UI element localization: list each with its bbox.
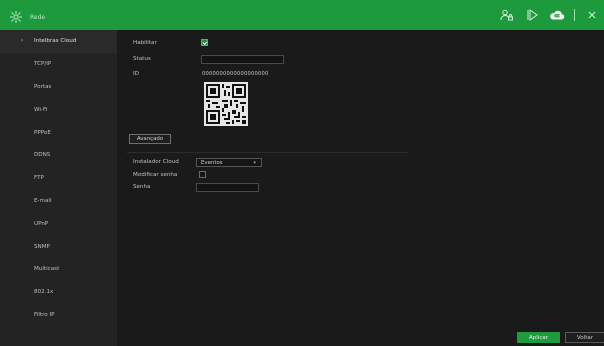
- status-label: Status: [133, 56, 151, 62]
- title-divider: [574, 9, 575, 21]
- sidebar-item-multicast[interactable]: Multicast: [0, 258, 117, 281]
- sidebar-item-tcpip[interactable]: TCP/IP: [0, 53, 117, 76]
- chevron-right-icon: ›: [21, 37, 24, 44]
- title-bar: Rede Cloud: [0, 0, 604, 30]
- avancado-button[interactable]: Avançado: [129, 134, 171, 144]
- page-title: Rede: [30, 13, 46, 21]
- senha-field[interactable]: [196, 183, 259, 192]
- sidebar-item-label: Portas: [34, 83, 52, 90]
- id-label: ID: [133, 71, 139, 77]
- sidebar-item-label: UPnP: [34, 220, 49, 227]
- sidebar-item-snmp[interactable]: SNMP: [0, 235, 117, 258]
- sidebar-item-pppoe[interactable]: PPPoE: [0, 121, 117, 144]
- qr-code: [204, 82, 248, 126]
- section-divider: [127, 152, 408, 153]
- sidebar-item-label: Wi-Fi: [34, 106, 48, 113]
- id-value: 0000000000000000000: [202, 71, 269, 77]
- voltar-button[interactable]: Voltar: [565, 332, 604, 343]
- sidebar-item-label: SNMP: [34, 243, 50, 250]
- sidebar-item-intelbras-cloud[interactable]: › Intelbras Cloud: [0, 30, 117, 53]
- status-field: [201, 55, 284, 64]
- playback-icon[interactable]: [524, 7, 540, 23]
- sidebar: › Intelbras Cloud TCP/IP Portas Wi-Fi PP…: [0, 30, 117, 346]
- habilitar-checkbox[interactable]: [201, 39, 208, 46]
- user-lock-icon[interactable]: [499, 7, 515, 23]
- senha-label: Senha: [133, 184, 151, 190]
- sidebar-item-label: PPPoE: [34, 129, 51, 136]
- sidebar-item-label: Multicast: [34, 266, 60, 273]
- title-brand: Rede: [8, 9, 45, 25]
- settings-panel: Habilitar Status ID 0000000000000000000: [117, 30, 604, 346]
- sidebar-item-filtro-ip[interactable]: Filtro IP: [0, 304, 117, 327]
- sidebar-item-label: 802.1x: [34, 289, 54, 296]
- sidebar-item-portas[interactable]: Portas: [0, 76, 117, 99]
- sidebar-item-label: Intelbras Cloud: [34, 38, 77, 45]
- sidebar-item-label: DDNS: [34, 152, 51, 159]
- sidebar-item-wifi[interactable]: Wi-Fi: [0, 98, 117, 121]
- svg-text:Cloud: Cloud: [554, 15, 561, 18]
- sidebar-item-label: Filtro IP: [34, 311, 55, 318]
- instalador-cloud-select[interactable]: Eventos ▾: [196, 158, 262, 167]
- close-icon[interactable]: [584, 7, 600, 23]
- sidebar-item-upnp[interactable]: UPnP: [0, 212, 117, 235]
- instalador-cloud-value: Eventos: [201, 159, 223, 166]
- sidebar-item-8021x[interactable]: 802.1x: [0, 281, 117, 304]
- network-icon: [8, 9, 24, 25]
- cloud-icon[interactable]: Cloud: [549, 7, 565, 23]
- habilitar-label: Habilitar: [133, 40, 157, 46]
- modificar-senha-label: Modificar senha: [133, 172, 178, 178]
- chevron-down-icon: ▾: [253, 160, 256, 166]
- sidebar-item-label: FTP: [34, 175, 44, 182]
- sidebar-item-ftp[interactable]: FTP: [0, 167, 117, 190]
- modificar-senha-checkbox[interactable]: [199, 171, 206, 178]
- sidebar-item-label: TCP/IP: [34, 61, 52, 68]
- instalador-cloud-label: Instalador Cloud: [133, 159, 179, 165]
- aplicar-button[interactable]: Aplicar: [517, 332, 560, 343]
- sidebar-item-email[interactable]: E-mail: [0, 190, 117, 213]
- sidebar-item-ddns[interactable]: DDNS: [0, 144, 117, 167]
- sidebar-item-label: E-mail: [34, 197, 52, 204]
